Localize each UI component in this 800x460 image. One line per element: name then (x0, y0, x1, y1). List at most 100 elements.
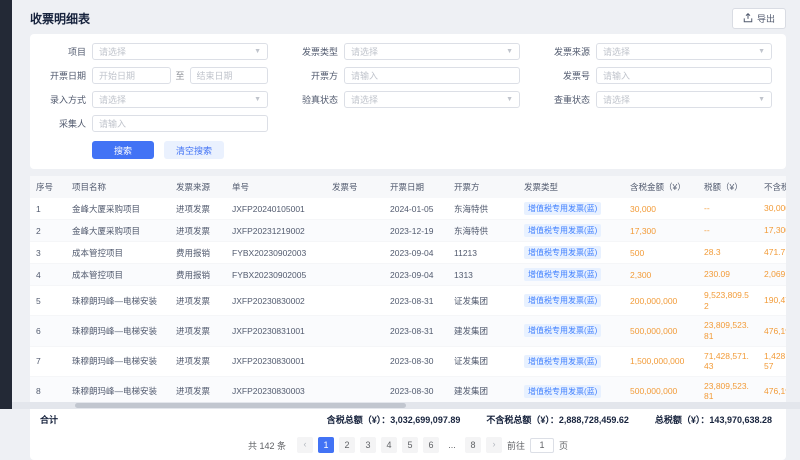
filter-actions: 搜索 清空搜索 (92, 141, 772, 159)
filter-field-label: 发票来源 (538, 45, 590, 58)
clear-search-button[interactable]: 清空搜索 (164, 141, 224, 159)
chevron-down-icon: ▼ (254, 96, 261, 103)
table-cell-amount: 500,000,000 (624, 316, 698, 346)
table-cell-date: 2023-12-19 (384, 220, 448, 242)
page-header: 收票明细表 导出 (30, 7, 786, 29)
table-cell-amount_ex: 2,069.91 (758, 264, 786, 286)
table-cell-amount_ex: 471.7 (758, 242, 786, 264)
text-input-control[interactable] (596, 67, 772, 84)
table-row[interactable]: 5珠穆朗玛峰—电梯安装进项发票JXFP202308300022023-08-31… (30, 286, 786, 316)
horizontal-scrollbar[interactable] (12, 402, 800, 409)
table-cell-invoice_no (326, 198, 384, 220)
column-header: 发票来源 (170, 176, 226, 198)
page-number-button[interactable]: 1 (318, 437, 334, 453)
select-value[interactable] (351, 47, 502, 57)
table-cell-tax: -- (698, 198, 758, 220)
start-date-input[interactable] (92, 67, 171, 84)
page-number-button[interactable]: 3 (360, 437, 376, 453)
table-cell-project: 金峰大厦采购项目 (66, 220, 170, 242)
page-number-button[interactable]: 2 (339, 437, 355, 453)
pagination: 共 142 条 ‹ 123456...8 › 前往 页 (30, 431, 786, 460)
table-cell-invoice_no (326, 264, 384, 286)
table-cell-type: 增值税专用发票(蓝) (518, 220, 624, 242)
page-number-button[interactable]: 8 (465, 437, 481, 453)
filter-field-label: 发票号 (538, 69, 590, 82)
table-cell-amount_ex: 30,000 (758, 198, 786, 220)
column-header: 项目名称 (66, 176, 170, 198)
table-cell-project: 金峰大厦采购项目 (66, 198, 170, 220)
column-header: 含税金额（¥） (624, 176, 698, 198)
table-row[interactable]: 7珠穆朗玛峰—电梯安装进项发票JXFP202308300012023-08-30… (30, 346, 786, 376)
table-cell-order_no: FYBX20230902003 (226, 242, 326, 264)
goto-page-input[interactable] (530, 438, 554, 453)
filter-field-label: 开票日期 (34, 69, 86, 82)
table-cell-no: 1 (30, 198, 66, 220)
table-row[interactable]: 4成本管控项目费用报销FYBX202309020052023-09-041313… (30, 264, 786, 286)
select-value[interactable] (99, 95, 250, 105)
text-input[interactable] (603, 71, 765, 81)
table-cell-no: 4 (30, 264, 66, 286)
table-cell-project: 珠穆朗玛峰—电梯安装 (66, 286, 170, 316)
select-control[interactable]: ▼ (596, 91, 772, 108)
end-date-input[interactable] (190, 67, 269, 84)
filter-field: 发票来源 ▼ (538, 43, 772, 60)
table-cell-issuer: 东海特供 (448, 220, 518, 242)
table-row[interactable]: 2金峰大厦采购项目进项发票JXFP202312190022023-12-19东海… (30, 220, 786, 242)
search-button[interactable]: 搜索 (92, 141, 154, 159)
export-icon (743, 13, 753, 23)
export-button[interactable]: 导出 (732, 8, 786, 29)
column-header: 发票类型 (518, 176, 624, 198)
table-scroll-area[interactable]: 序号项目名称发票来源单号发票号开票日期开票方发票类型含税金额（¥）税额（¥）不含… (30, 176, 786, 407)
filter-field: 发票号 (538, 67, 772, 84)
table-cell-order_no: JXFP20231219002 (226, 220, 326, 242)
table-cell-order_no: JXFP20230830001 (226, 346, 326, 376)
page-number-button[interactable]: 6 (423, 437, 439, 453)
table-cell-date: 2023-09-04 (384, 242, 448, 264)
select-control[interactable]: ▼ (344, 91, 520, 108)
text-input[interactable] (99, 119, 261, 129)
end-date-field[interactable] (197, 71, 262, 81)
filter-field: 验真状态 ▼ (286, 91, 520, 108)
table-cell-amount_ex: 17,300 (758, 220, 786, 242)
filter-field-label: 验真状态 (286, 93, 338, 106)
select-control[interactable]: ▼ (92, 91, 268, 108)
table-cell-type: 增值税专用发票(蓝) (518, 286, 624, 316)
table-cell-project: 成本管控项目 (66, 264, 170, 286)
table-cell-amount: 1,500,000,000 (624, 346, 698, 376)
table-row[interactable]: 1金峰大厦采购项目进项发票JXFP202401050012024-01-05东海… (30, 198, 786, 220)
invoice-type-badge: 增值税专用发票(蓝) (524, 385, 601, 398)
table-cell-type: 增值税专用发票(蓝) (518, 264, 624, 286)
filter-field: 项目▼ (34, 43, 268, 60)
table-cell-no: 5 (30, 286, 66, 316)
text-input-control[interactable] (92, 115, 268, 132)
page-number-button[interactable]: 4 (381, 437, 397, 453)
page-number-button[interactable]: 5 (402, 437, 418, 453)
table-cell-tax: 23,809,523.81 (698, 316, 758, 346)
table-row[interactable]: 6珠穆朗玛峰—电梯安装进项发票JXFP202308310012023-08-31… (30, 316, 786, 346)
text-input[interactable] (351, 71, 513, 81)
summary-total-item: 含税总额（¥）：3,032,699,097.89 (327, 413, 461, 426)
prev-page-button[interactable]: ‹ (297, 437, 313, 453)
filter-field: 录入方式▼ (34, 91, 268, 108)
chevron-down-icon: ▼ (758, 48, 765, 55)
table-row[interactable]: 3成本管控项目费用报销FYBX202309020032023-09-041121… (30, 242, 786, 264)
select-value[interactable] (603, 95, 754, 105)
select-value[interactable] (99, 47, 250, 57)
next-page-button[interactable]: › (486, 437, 502, 453)
table-cell-project: 珠穆朗玛峰—电梯安装 (66, 346, 170, 376)
text-input-control[interactable] (344, 67, 520, 84)
pagination-total: 共 142 条 (248, 439, 286, 452)
select-value[interactable] (603, 47, 754, 57)
invoice-type-badge: 增值税专用发票(蓝) (524, 324, 601, 337)
select-control[interactable]: ▼ (344, 43, 520, 60)
table-cell-order_no: JXFP20230830002 (226, 286, 326, 316)
table-cell-no: 2 (30, 220, 66, 242)
chevron-down-icon: ▼ (758, 96, 765, 103)
select-value[interactable] (351, 95, 502, 105)
summary-label: 合计 (40, 413, 58, 426)
select-control[interactable]: ▼ (596, 43, 772, 60)
horizontal-scrollbar-thumb[interactable] (75, 403, 406, 408)
select-control[interactable]: ▼ (92, 43, 268, 60)
table-cell-order_no: FYBX20230902005 (226, 264, 326, 286)
start-date-field[interactable] (99, 71, 164, 81)
